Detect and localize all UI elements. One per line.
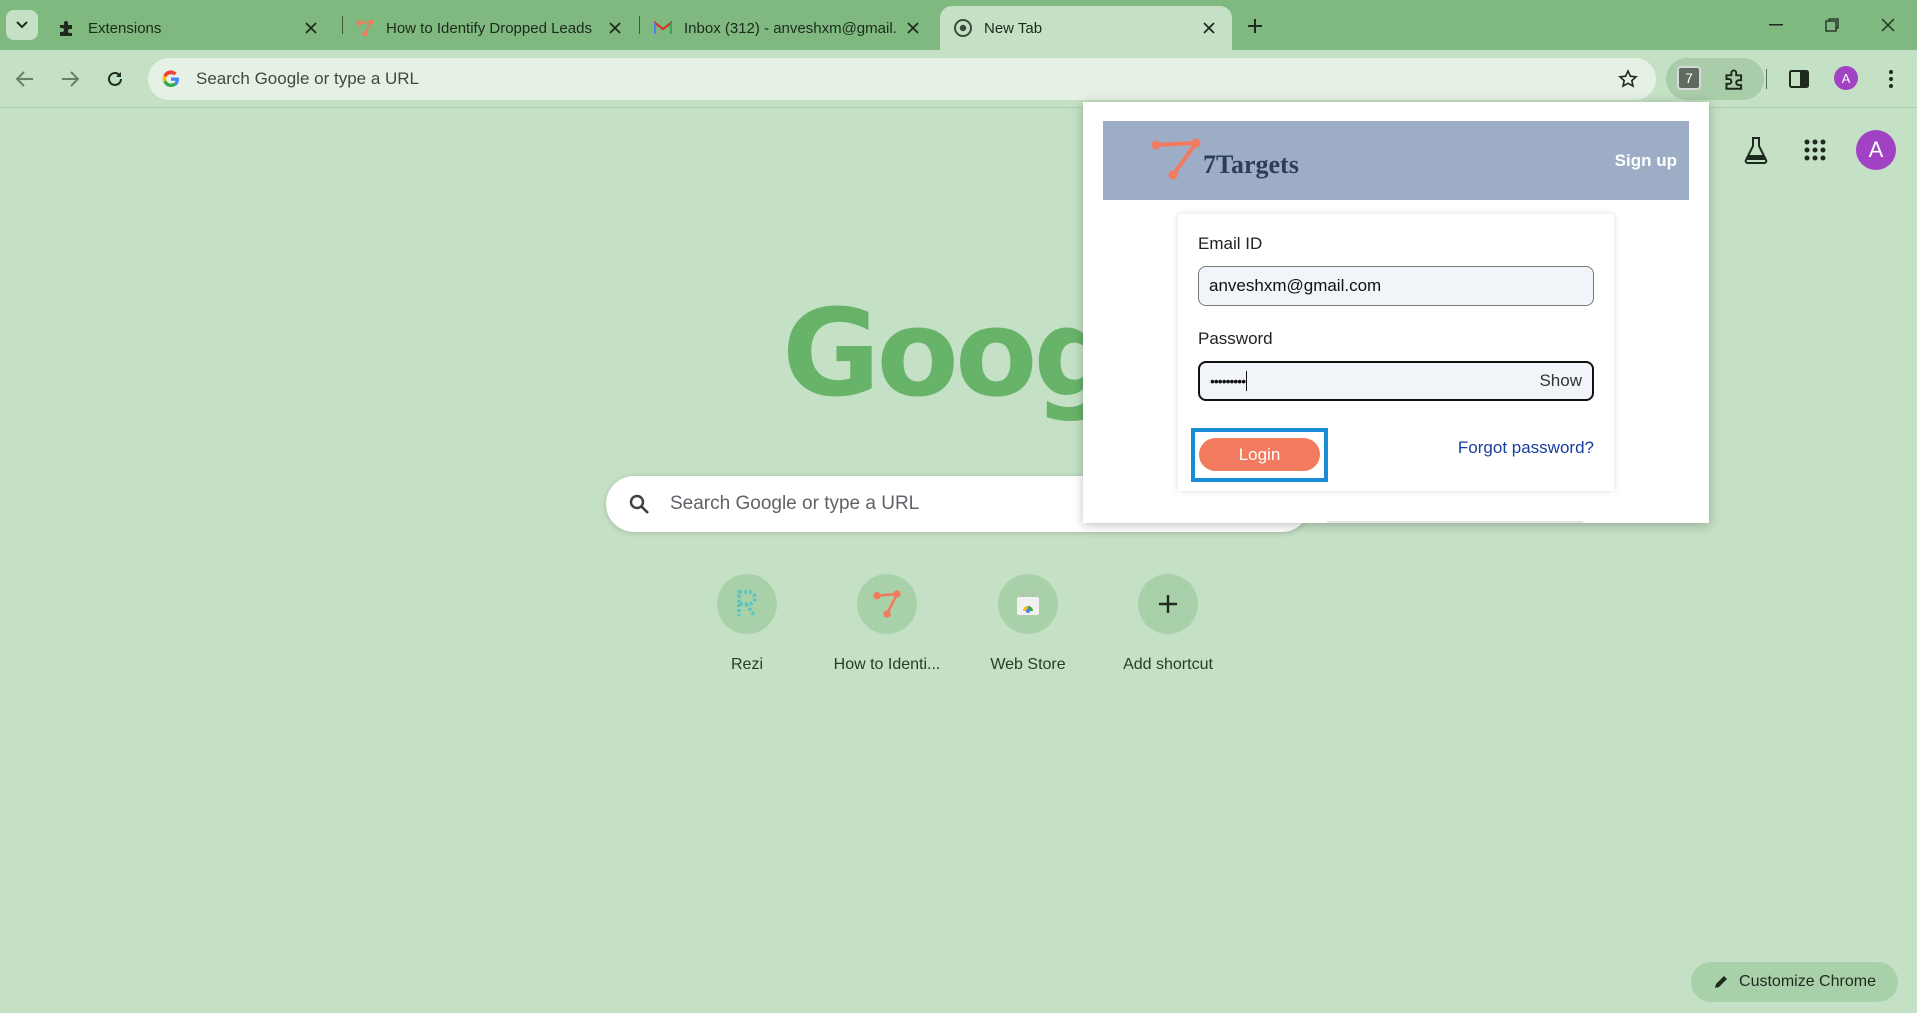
- tab-new-tab[interactable]: New Tab: [940, 6, 1232, 50]
- reload-icon: [108, 71, 122, 86]
- brand-name: 7Targets: [1203, 150, 1299, 179]
- gmail-icon: [654, 19, 672, 37]
- close-icon[interactable]: [1200, 19, 1218, 37]
- shortcut-label: Add shortcut: [1123, 656, 1213, 673]
- ntp-profile-avatar[interactable]: A: [1856, 130, 1896, 170]
- signup-link[interactable]: Sign up: [1615, 151, 1677, 171]
- chrome-icon: [954, 19, 972, 37]
- forward-button[interactable]: [55, 64, 85, 94]
- shortcut-label: Web Store: [990, 656, 1066, 673]
- close-icon[interactable]: [302, 19, 320, 37]
- password-label: Password: [1198, 329, 1273, 348]
- back-button[interactable]: [10, 64, 40, 94]
- pencil-icon: [1713, 974, 1729, 990]
- login-highlight-box: Login: [1191, 428, 1328, 482]
- browser-toolbar: Search Google or type a URL 7 A: [0, 50, 1917, 108]
- labs-flask-icon[interactable]: [1738, 132, 1774, 168]
- brand-logo: 7Targets: [1151, 137, 1299, 181]
- puzzle-icon: [1725, 69, 1743, 90]
- extensions-button[interactable]: [1720, 64, 1750, 94]
- minimize-button[interactable]: [1762, 12, 1790, 38]
- restore-icon: [1825, 18, 1839, 32]
- restore-button[interactable]: [1818, 12, 1846, 38]
- tab-title: Extensions: [88, 19, 162, 37]
- google-apps-icon[interactable]: [1797, 132, 1833, 168]
- chevron-down-icon: [16, 21, 28, 29]
- email-label: Email ID: [1198, 234, 1263, 253]
- arrow-right-icon: [62, 71, 79, 87]
- plus-icon: [1248, 19, 1262, 33]
- customize-chrome-button[interactable]: Customize Chrome: [1691, 962, 1898, 1002]
- webstore-icon: [998, 574, 1058, 634]
- 7targets-extension-button[interactable]: 7: [1677, 66, 1701, 90]
- shortcut-web-store[interactable]: Web Store: [958, 574, 1098, 674]
- text-caret: [1246, 371, 1248, 391]
- tab-title: Inbox (312) - anveshxm@gmail.com: [684, 19, 896, 37]
- tab-title: New Tab: [984, 19, 1043, 37]
- ntp-search-placeholder: Search Google or type a URL: [670, 493, 920, 514]
- shortcut-label: Rezi: [730, 656, 763, 673]
- extension-popup: 7Targets Sign up Email ID anveshxm@gmail…: [1083, 102, 1709, 523]
- customize-chrome-label: Customize Chrome: [1739, 973, 1876, 990]
- close-icon[interactable]: [904, 19, 922, 37]
- reload-button[interactable]: [100, 64, 130, 94]
- shortcut-7targets[interactable]: How to Identi...: [817, 574, 957, 674]
- google-g-icon: [160, 68, 182, 90]
- puzzle-icon: [58, 19, 76, 37]
- login-button[interactable]: Login: [1199, 438, 1320, 471]
- new-tab-button[interactable]: [1242, 13, 1268, 39]
- tab-strip: Extensions How to Identify Dropped Leads…: [0, 0, 1917, 50]
- email-field[interactable]: anveshxm@gmail.com: [1198, 266, 1594, 306]
- shortcut-label: How to Identi...: [833, 656, 941, 673]
- more-vertical-icon: [1889, 70, 1893, 88]
- side-panel-button[interactable]: [1784, 64, 1814, 94]
- tab-title: How to Identify Dropped Leads: [386, 19, 592, 37]
- plus-icon: [1138, 574, 1198, 634]
- minimize-icon: [1769, 24, 1783, 26]
- password-mask: •••••••••: [1210, 373, 1246, 389]
- email-value: anveshxm@gmail.com: [1209, 276, 1382, 295]
- show-password-toggle[interactable]: Show: [1539, 371, 1582, 391]
- tab-inbox[interactable]: Inbox (312) - anveshxm@gmail.com: [640, 6, 936, 50]
- password-field[interactable]: ••••••••• Show: [1198, 361, 1594, 401]
- close-icon[interactable]: [606, 19, 624, 37]
- 7targets-icon: [356, 19, 374, 37]
- arrow-left-icon: [16, 71, 33, 87]
- popup-header: 7Targets Sign up: [1103, 121, 1689, 200]
- chrome-menu-button[interactable]: [1876, 64, 1906, 94]
- tab-search-button[interactable]: [6, 10, 38, 40]
- 7targets-icon: [857, 574, 917, 634]
- shortcut-add[interactable]: Add shortcut: [1098, 574, 1238, 674]
- close-icon: [1881, 18, 1895, 32]
- address-bar-placeholder: Search Google or type a URL: [196, 69, 420, 88]
- forgot-password-link[interactable]: Forgot password?: [1458, 438, 1594, 458]
- profile-avatar[interactable]: A: [1834, 66, 1858, 90]
- login-form: Email ID anveshxm@gmail.com Password •••…: [1178, 214, 1614, 491]
- close-window-button[interactable]: [1874, 12, 1902, 38]
- address-bar[interactable]: Search Google or type a URL: [148, 58, 1656, 100]
- rezi-icon: [717, 574, 777, 634]
- tab-extensions[interactable]: Extensions: [44, 6, 334, 50]
- search-icon: [628, 493, 650, 515]
- tab-dropped-leads[interactable]: How to Identify Dropped Leads: [342, 6, 638, 50]
- shortcut-rezi[interactable]: Rezi: [677, 574, 817, 674]
- toolbar-separator: [1766, 69, 1767, 89]
- side-panel-icon: [1789, 70, 1809, 88]
- popup-divider: [1327, 521, 1583, 523]
- bookmark-star-icon[interactable]: [1614, 65, 1642, 93]
- 7targets-logo-icon: [1151, 138, 1201, 180]
